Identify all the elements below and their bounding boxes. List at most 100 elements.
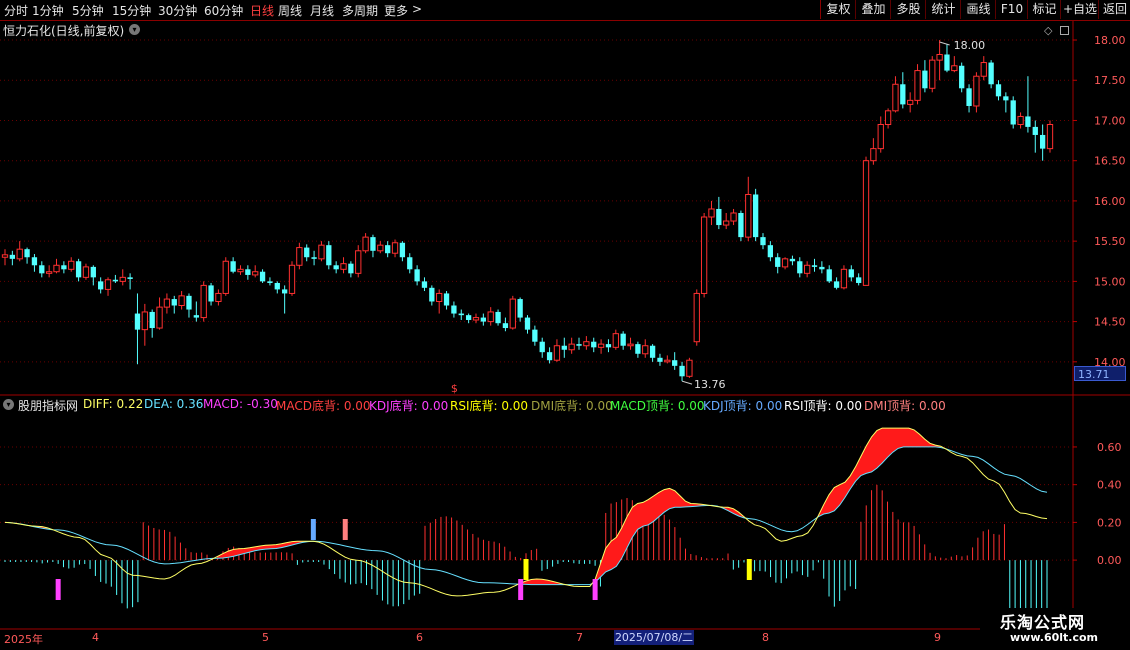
indicator-value-9: RSI顶背: 0.00 [784,399,863,413]
indicator-chevron-down-icon[interactable]: ▾ [3,399,14,410]
period-tab-0[interactable]: 分时 [4,2,28,19]
candle-body-8 [61,265,67,270]
candle-body-88 [649,345,656,358]
price-tick-label-3: 15.50 [1094,235,1126,248]
candle-body-118 [870,148,877,162]
diamond-icon[interactable]: ◇ [1044,24,1052,37]
diff-dea-fill-153 [818,428,941,517]
candle-body-5 [39,265,45,274]
candle-body-114 [840,268,848,289]
candle-body-90 [664,359,671,363]
period-tab-5[interactable]: 60分钟 [204,2,243,19]
indicator-value-7: MACD顶背: 0.00 [610,399,705,413]
candle-body-13 [98,281,104,290]
square-icon[interactable] [1060,26,1069,35]
candle-body-17 [127,277,133,279]
candle-body-1 [9,254,16,259]
candle-body-64 [472,317,480,321]
candle-body-83 [612,333,619,348]
price-tick-label-4: 16.00 [1094,195,1126,208]
period-tab-3[interactable]: 15分钟 [112,2,151,19]
period-tab-4[interactable]: 30分钟 [158,2,197,19]
toolbar-button-8[interactable]: 返回 [1098,0,1130,19]
period-tab-1[interactable]: 1分钟 [32,2,64,19]
candle-body-120 [884,110,892,125]
x-axis-label-3: 6 [416,631,423,644]
divergence-signal-3 [518,579,524,600]
high-pointer [939,41,950,46]
candle-body-45 [333,265,339,270]
more-arrow-icon[interactable]: > [412,2,422,16]
candle-body-98 [723,220,730,226]
candle-body-108 [797,261,803,274]
candle-body-55 [407,257,413,270]
candle-body-103 [760,237,766,246]
event-marker-dollar: $ [451,382,458,395]
candle-body-48 [355,250,362,274]
indicator-value-4: KDJ底背: 0.00 [369,399,449,413]
candle-body-28 [208,285,214,302]
candle-body-106 [781,258,789,268]
period-tab-10[interactable]: 更多 [384,2,408,19]
candle-body-110 [811,265,818,267]
candle-body-50 [370,237,376,251]
toolbar-button-6[interactable]: 标记 [1027,0,1061,19]
candle-body-14 [104,279,112,290]
candle-body-29 [215,292,222,302]
candle-body-7 [53,264,60,273]
candle-body-72 [532,329,538,342]
candle-body-51 [377,244,384,252]
macd-tick-label-3: 0.60 [1097,441,1122,454]
candle-body-59 [436,292,443,302]
candle-body-112 [826,269,832,282]
candle-body-0 [1,254,9,258]
candle-body-115 [848,269,854,278]
candle-body-37 [274,282,280,290]
candle-body-42 [311,257,317,259]
toolbar-button-7[interactable]: +自选 [1060,0,1099,19]
watermark-title: 乐淘公式网 [1000,613,1086,632]
period-tab-9[interactable]: 多周期 [342,2,378,19]
price-tick-label-8: 18.00 [1094,34,1126,47]
price-tick-label-6: 17.00 [1094,114,1126,127]
divergence-signal-6 [746,559,752,580]
candle-body-101 [745,193,752,238]
candle-body-46 [340,263,347,270]
candle-body-102 [752,194,759,238]
candle-body-38 [281,289,288,294]
candle-body-85 [627,343,634,347]
candle-body-119 [877,123,884,150]
period-tab-6[interactable]: 日线 [250,2,274,19]
candle-body-124 [914,70,921,101]
candle-body-35 [259,271,266,282]
candle-body-2 [16,248,23,260]
candle-body-141 [1039,134,1046,149]
toolbar-button-2[interactable]: 多股 [890,0,926,19]
candle-body-41 [304,247,310,258]
candle-body-61 [451,305,457,314]
candle-body-62 [458,313,464,316]
candle-body-76 [561,345,567,350]
indicator-name[interactable]: 股朋指标网 [18,397,78,414]
candle-body-11 [82,266,90,278]
candle-body-139 [1025,116,1031,127]
toolbar-button-5[interactable]: F10 [995,0,1028,19]
candle-body-92 [679,365,685,377]
toolbar-button-4[interactable]: 画线 [960,0,996,19]
candle-body-16 [119,276,126,282]
candle-body-43 [318,244,325,260]
chevron-down-icon[interactable]: ▾ [129,24,140,35]
toolbar-button-0[interactable]: 复权 [820,0,856,19]
period-tab-2[interactable]: 5分钟 [72,2,104,19]
period-tab-8[interactable]: 月线 [310,2,334,19]
candle-body-4 [31,257,38,266]
toolbar-button-1[interactable]: 叠加 [855,0,891,19]
candle-body-136 [1003,96,1009,101]
candle-body-91 [672,360,678,366]
candle-body-21 [156,306,163,329]
candle-body-79 [583,341,590,347]
period-tab-7[interactable]: 周线 [278,2,302,19]
toolbar-button-3[interactable]: 统计 [925,0,961,19]
candle-body-77 [568,343,575,351]
candle-body-22 [163,298,171,308]
